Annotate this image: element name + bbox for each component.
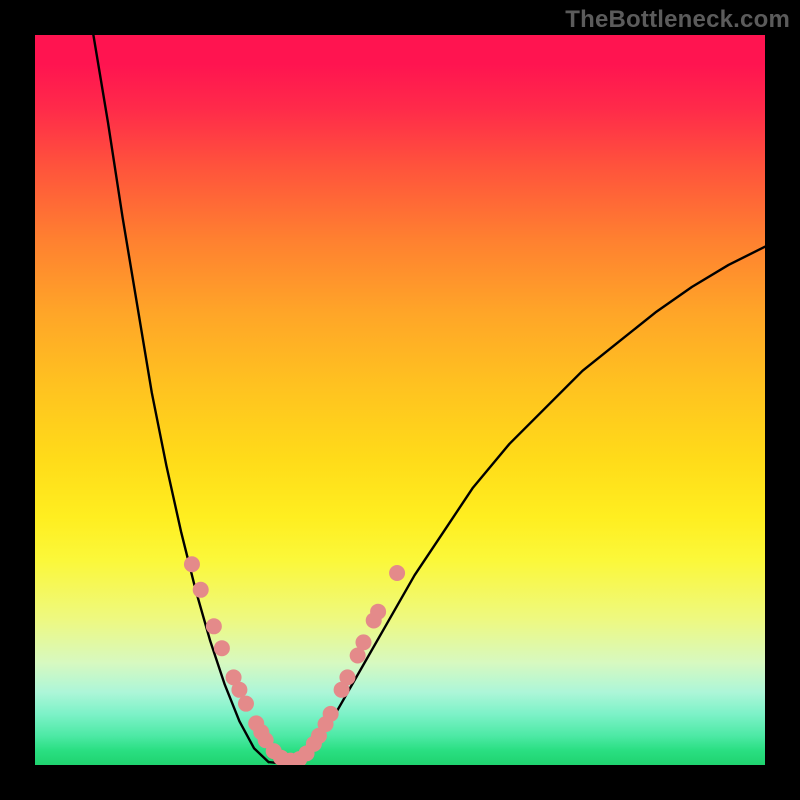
curve-group bbox=[93, 35, 765, 764]
curve-curve-right bbox=[298, 247, 765, 762]
marker-dot bbox=[214, 640, 230, 656]
marker-dot bbox=[193, 582, 209, 598]
marker-dot bbox=[389, 565, 405, 581]
marker-dot bbox=[370, 604, 386, 620]
marker-dot bbox=[206, 618, 222, 634]
watermark-text: TheBottleneck.com bbox=[565, 6, 790, 34]
marker-dot bbox=[231, 682, 247, 698]
curve-curve-left bbox=[93, 35, 268, 762]
chart-frame: TheBottleneck.com bbox=[0, 0, 800, 800]
marker-dot bbox=[238, 696, 254, 712]
marker-dot bbox=[184, 556, 200, 572]
marker-dot bbox=[323, 706, 339, 722]
marker-dot bbox=[339, 669, 355, 685]
curve-svg bbox=[35, 35, 765, 765]
plot-area bbox=[35, 35, 765, 765]
marker-dot bbox=[356, 634, 372, 650]
